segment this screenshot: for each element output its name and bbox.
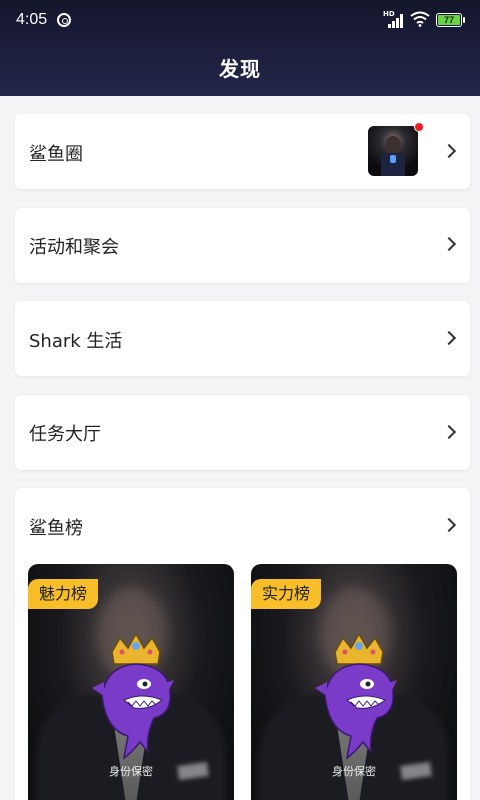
leaderboard-section: 鲨鱼榜 魅力榜 身份保密 实力榜 身份保密	[15, 488, 470, 800]
status-time: 4:05	[16, 11, 48, 28]
menu-item-shark-life[interactable]: Shark 生活	[15, 301, 470, 376]
battery-level: 77	[438, 15, 460, 25]
chevron-right-icon	[441, 424, 457, 440]
identity-caption: 身份保密	[109, 765, 153, 778]
menu-item-shark-circle[interactable]: 鲨鱼圈	[15, 114, 470, 189]
battery-icon: 77	[436, 13, 465, 27]
notification-dot	[414, 122, 424, 132]
chevron-right-icon	[441, 236, 457, 252]
chevron-right-icon[interactable]	[441, 517, 457, 533]
menu-item-label: 鲨鱼圈	[29, 144, 83, 165]
menu-item-activities[interactable]: 活动和聚会	[15, 208, 470, 283]
app-notification-icon	[57, 13, 71, 27]
shark-circle-thumbnail	[368, 126, 418, 176]
identity-caption: 身份保密	[332, 765, 376, 778]
menu-item-label: 任务大厅	[29, 424, 101, 445]
leaderboard-card-strength[interactable]: 实力榜 身份保密	[251, 564, 457, 800]
app-header: 4:05 HD 77 发现	[0, 0, 480, 96]
leaderboard-title: 鲨鱼榜	[29, 518, 83, 539]
leaderboard-card-charm[interactable]: 魅力榜 身份保密	[28, 564, 234, 800]
status-bar: 4:05 HD 77	[0, 0, 480, 40]
shark-king-mascot-icon	[315, 634, 397, 760]
ranking-tag: 魅力榜	[28, 579, 99, 609]
shark-king-mascot-icon	[92, 634, 174, 760]
chevron-right-icon	[441, 143, 457, 159]
chevron-right-icon	[441, 330, 457, 346]
menu-item-label: Shark 生活	[29, 331, 123, 352]
signal-icon	[384, 14, 403, 28]
menu-item-label: 活动和聚会	[29, 237, 119, 258]
page-title: 发现	[219, 57, 261, 81]
ranking-tag: 实力榜	[251, 579, 322, 609]
menu-item-task-hall[interactable]: 任务大厅	[15, 395, 470, 470]
wifi-icon	[410, 11, 430, 27]
